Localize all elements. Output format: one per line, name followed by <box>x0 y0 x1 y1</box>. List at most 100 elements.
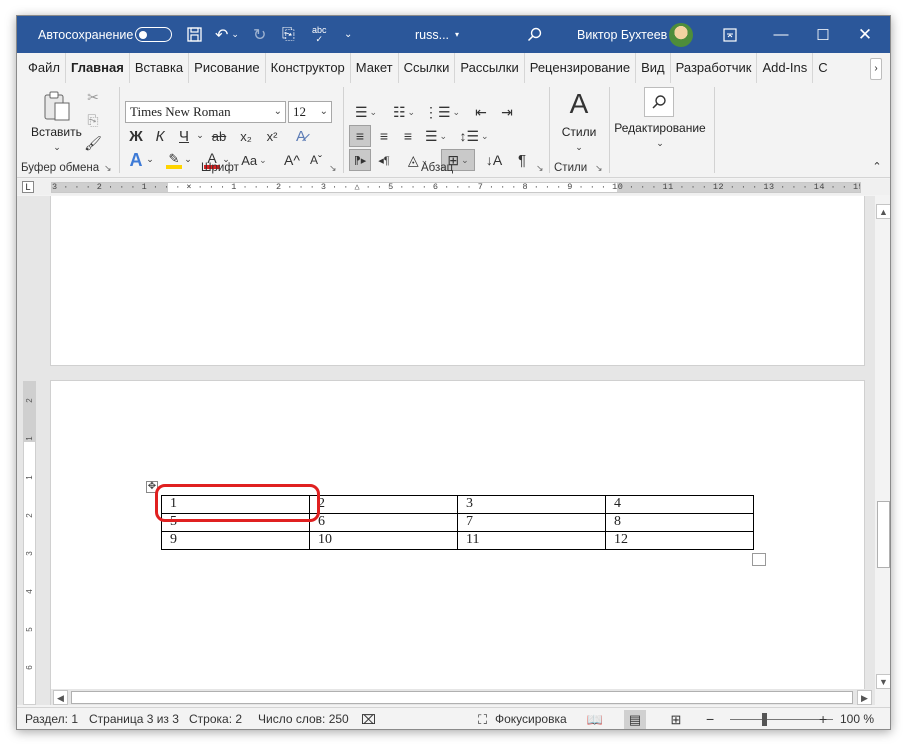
line-spacing-icon[interactable]: ↕☰ ⌄ <box>457 125 491 147</box>
italic-button[interactable]: К <box>149 125 171 147</box>
tab-developer[interactable]: Разработчик <box>671 53 758 83</box>
paste-label[interactable]: Вставить <box>31 125 82 139</box>
status-word-count[interactable]: Число слов: 250 <box>258 708 349 729</box>
clear-formatting-icon[interactable]: A̷ <box>289 125 313 147</box>
font-size-field[interactable]: 12 ⌄ <box>288 101 332 123</box>
tab-mailings[interactable]: Рассылки <box>455 53 525 83</box>
rtl-direction-icon[interactable]: ◂¶ <box>373 149 395 171</box>
text-effects-dropdown-icon[interactable]: ⌄ <box>145 153 155 165</box>
styles-dropdown-icon[interactable]: ⌄ <box>572 141 586 153</box>
web-layout-icon[interactable]: ⊞ <box>665 710 687 729</box>
customize-icon[interactable]: ⌄ <box>344 16 352 53</box>
tab-selector-icon[interactable]: L <box>22 181 34 193</box>
underline-dropdown-icon[interactable]: ⌄ <box>195 129 205 141</box>
sort-icon[interactable]: ↓A <box>481 149 507 171</box>
tab-truncated[interactable]: С <box>813 53 832 83</box>
tab-layout[interactable]: Макет <box>351 53 399 83</box>
tab-home[interactable]: Главная <box>66 53 130 83</box>
tab-references[interactable]: Ссылки <box>399 53 456 83</box>
status-page[interactable]: Страница 3 из 3 <box>89 708 179 729</box>
scroll-down-icon[interactable]: ▼ <box>876 674 890 689</box>
vertical-scrollbar[interactable]: ▲ ▼ <box>875 196 890 705</box>
subscript-button[interactable]: x₂ <box>235 125 257 147</box>
tab-insert[interactable]: Вставка <box>130 53 190 83</box>
zoom-in-button[interactable]: + <box>819 708 827 729</box>
zoom-level[interactable]: 100 % <box>840 708 874 729</box>
vertical-scroll-thumb[interactable] <box>877 501 890 568</box>
scroll-left-icon[interactable]: ◀ <box>53 690 68 705</box>
show-formatting-button[interactable]: ¶ <box>511 149 533 171</box>
table-cell[interactable]: 9 <box>161 531 310 550</box>
grow-font-button[interactable]: A^ <box>281 149 303 171</box>
tab-design[interactable]: Конструктор <box>266 53 351 83</box>
undo-icon[interactable]: ↶ ⌄ <box>215 16 239 53</box>
styles-label[interactable]: Стили <box>555 125 603 139</box>
print-layout-icon[interactable]: ▤ <box>624 710 646 729</box>
shrink-font-button[interactable]: Aˇ <box>305 149 327 171</box>
bold-button[interactable]: Ж <box>125 125 147 147</box>
text-effects-icon[interactable]: A <box>125 149 147 171</box>
editing-search-icon[interactable] <box>644 87 674 117</box>
align-right-icon[interactable]: ≡ <box>397 125 419 147</box>
table-cell[interactable]: 2 <box>309 495 458 514</box>
collapse-ribbon-icon[interactable]: ⌃ <box>869 159 885 173</box>
proofing-icon[interactable]: ⌧ <box>361 708 376 729</box>
multilevel-list-icon[interactable]: ⋮☰ ⌄ <box>424 102 460 122</box>
focus-icon[interactable]: ⛶ <box>478 708 487 729</box>
align-left-icon[interactable]: ≡ <box>349 125 371 147</box>
font-name-field[interactable]: Times New Roman ⌄ <box>125 101 286 123</box>
search-icon[interactable] <box>527 16 542 53</box>
paste-icon[interactable] <box>39 89 75 123</box>
tab-addins[interactable]: Add-Ins <box>757 53 814 83</box>
document-title[interactable]: russ... ▾ <box>415 16 459 53</box>
user-name[interactable]: Виктор Бухтеев <box>577 16 667 53</box>
read-mode-icon[interactable]: 📖 <box>584 710 606 729</box>
table-cell[interactable]: 6 <box>309 513 458 532</box>
superscript-button[interactable]: x² <box>261 125 283 147</box>
tab-file[interactable]: Файл <box>23 53 66 83</box>
tab-draw[interactable]: Рисование <box>189 53 266 83</box>
styles-launcher-icon[interactable]: ↘ <box>595 163 603 174</box>
strikethrough-button[interactable]: ab <box>207 125 231 147</box>
table-resize-handle[interactable] <box>752 553 766 566</box>
bullets-icon[interactable]: ☰ ⌄ <box>349 102 383 122</box>
table-cell[interactable]: 7 <box>457 513 606 532</box>
spelling-icon[interactable]: abc ✓ <box>312 16 327 53</box>
horizontal-scroll-thumb[interactable] <box>71 691 853 704</box>
table-cell[interactable]: 3 <box>457 495 606 514</box>
highlight-dropdown-icon[interactable]: ⌄ <box>183 153 193 165</box>
scroll-up-icon[interactable]: ▲ <box>876 204 890 219</box>
decrease-indent-icon[interactable]: ⇤ <box>469 102 493 122</box>
status-section[interactable]: Раздел: 1 <box>25 708 78 729</box>
ltr-direction-icon[interactable]: ⁋▸ <box>349 149 371 171</box>
tab-review[interactable]: Рецензирование <box>525 53 637 83</box>
save-icon[interactable] <box>187 16 202 53</box>
clipboard-launcher-icon[interactable]: ↘ <box>104 163 112 174</box>
numbering-icon[interactable]: ☷ ⌄ <box>387 102 421 122</box>
zoom-out-button[interactable]: − <box>706 708 714 729</box>
scroll-right-icon[interactable]: ▶ <box>857 690 872 705</box>
paragraph-launcher-icon[interactable]: ↘ <box>536 163 544 174</box>
justify-icon[interactable]: ☰ ⌄ <box>421 125 451 147</box>
close-icon[interactable]: ✕ <box>842 16 888 53</box>
redo-icon[interactable]: ↻ <box>253 16 266 53</box>
horizontal-ruler[interactable]: 3 · · · 2 · · · 1 · · · ⨯ · · · 1 · · · … <box>51 182 861 193</box>
vertical-ruler[interactable]: 2 1 1 2 3 4 5 6 <box>23 196 36 705</box>
status-line[interactable]: Строка: 2 <box>189 708 242 729</box>
table-cell[interactable]: 12 <box>605 531 754 550</box>
avatar[interactable] <box>669 23 693 47</box>
cut-icon[interactable]: ✂ <box>83 87 103 107</box>
tabs-scroll-right-icon[interactable]: › <box>870 58 882 80</box>
editing-label[interactable]: Редактирование <box>614 121 706 135</box>
maximize-icon[interactable]: ☐ <box>800 16 846 53</box>
autosave-toggle[interactable] <box>135 27 172 42</box>
document-area[interactable]: 2 1 1 2 3 4 5 6 ✥ 1 2 3 4 5 6 7 8 9 10 1… <box>17 196 875 705</box>
table-cell[interactable]: 11 <box>457 531 606 550</box>
touch-mode-icon[interactable]: ⎘ <box>282 16 295 53</box>
underline-button[interactable]: Ч <box>173 125 195 147</box>
styles-icon[interactable]: A <box>561 87 597 121</box>
table-cell[interactable]: 8 <box>605 513 754 532</box>
focus-label[interactable]: Фокусировка <box>495 708 567 729</box>
format-painter-icon[interactable]: 🖌 <box>83 133 103 153</box>
table-cell[interactable]: 10 <box>309 531 458 550</box>
